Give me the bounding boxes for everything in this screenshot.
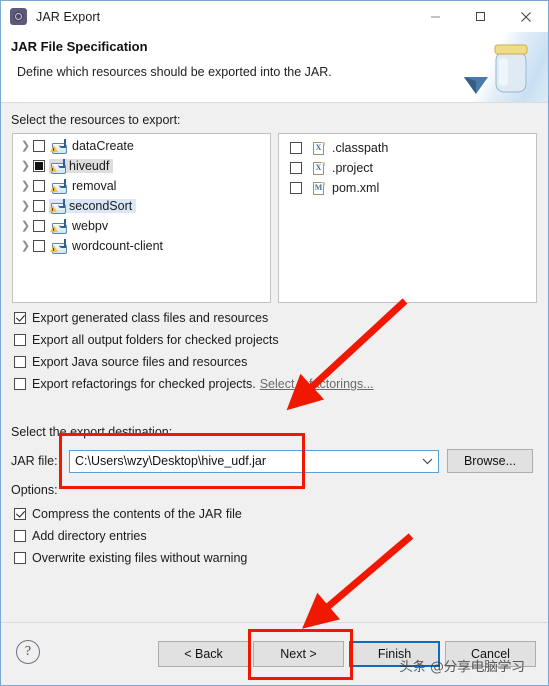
option-export-all-output-folders[interactable]: Export all output folders for checked pr… — [14, 333, 279, 347]
file-icon-letter: X — [315, 162, 322, 172]
page-title: JAR File Specification — [11, 39, 148, 54]
java-project-icon — [50, 218, 67, 234]
option-checkbox[interactable] — [14, 508, 26, 520]
close-button[interactable] — [503, 1, 548, 32]
option-checkbox[interactable] — [14, 334, 26, 346]
file-icon-letter: X — [315, 142, 322, 152]
wizard-header: JAR File Specification Define which reso… — [1, 32, 548, 103]
option-label: Add directory entries — [32, 529, 147, 543]
dialog-button-bar: ? < Back Next > Finish Cancel — [1, 622, 548, 685]
java-project-icon — [50, 238, 67, 254]
option-label: Overwrite existing files without warning — [32, 551, 248, 565]
jar-export-gear-icon — [10, 8, 27, 25]
xml-file-icon: X — [312, 141, 326, 156]
chevron-right-icon[interactable]: ❯ — [18, 200, 33, 212]
tree-row[interactable]: ❯ webpv — [13, 216, 270, 236]
tree-checkbox[interactable] — [33, 140, 45, 152]
tree-row[interactable]: ❯ wordcount-client — [13, 236, 270, 256]
option-checkbox[interactable] — [14, 378, 26, 390]
select-refactorings-link[interactable]: Select refactorings... — [260, 377, 374, 391]
file-list[interactable]: X .classpath X .project M pom.xml — [278, 133, 537, 303]
resources-label: Select the resources to export: — [11, 113, 181, 127]
option-overwrite-existing-files[interactable]: Overwrite existing files without warning — [14, 551, 247, 565]
page-description: Define which resources should be exporte… — [17, 65, 332, 79]
jar-with-arrow-banner-icon — [456, 32, 548, 102]
option-checkbox[interactable] — [14, 356, 26, 368]
option-export-refactorings[interactable]: Export refactorings for checked projects… — [14, 377, 374, 391]
file-icon-letter: M — [314, 182, 323, 192]
chevron-right-icon[interactable]: ❯ — [18, 220, 33, 232]
back-button[interactable]: < Back — [158, 641, 249, 667]
tree-row[interactable]: ❯ dataCreate — [13, 136, 270, 156]
option-label: Export Java source files and resources — [32, 355, 248, 369]
minimize-button[interactable] — [413, 1, 458, 32]
file-row[interactable]: X .project — [285, 158, 536, 178]
java-project-icon — [50, 138, 67, 154]
file-label: .classpath — [332, 141, 389, 155]
window-controls — [413, 1, 548, 32]
tree-checkbox[interactable] — [33, 160, 45, 172]
jar-file-label: JAR file: — [11, 454, 58, 468]
help-question-icon[interactable]: ? — [16, 640, 40, 664]
java-project-icon — [50, 178, 67, 194]
jar-file-input[interactable]: C:\Users\wzy\Desktop\hive_udf.jar — [70, 454, 416, 468]
tree-checkbox[interactable] — [33, 200, 45, 212]
project-tree-list[interactable]: ❯ dataCreate ❯ hiveudf ❯ removal ❯ secon… — [12, 133, 271, 303]
file-row[interactable]: X .classpath — [285, 138, 536, 158]
tree-item-label: hiveudf — [65, 159, 114, 173]
file-label: pom.xml — [332, 181, 380, 195]
window-title: JAR Export — [36, 9, 101, 24]
option-compress-contents[interactable]: Compress the contents of the JAR file — [14, 507, 242, 521]
chevron-right-icon[interactable]: ❯ — [18, 180, 33, 192]
tree-row[interactable]: ❯ secondSort — [13, 196, 270, 216]
dialog-body: Select the resources to export: ❯ dataCr… — [1, 103, 548, 655]
chevron-right-icon[interactable]: ❯ — [18, 140, 33, 152]
title-bar: JAR Export — [1, 1, 548, 32]
option-checkbox[interactable] — [14, 312, 26, 324]
file-checkbox[interactable] — [290, 162, 302, 174]
tree-item-label: wordcount-client — [72, 239, 164, 253]
option-export-java-source-files[interactable]: Export Java source files and resources — [14, 355, 247, 369]
option-checkbox[interactable] — [14, 530, 26, 542]
tree-row[interactable]: ❯ hiveudf — [13, 156, 270, 176]
tree-checkbox[interactable] — [33, 220, 45, 232]
maven-file-icon: M — [312, 181, 326, 196]
maximize-button[interactable] — [458, 1, 503, 32]
next-button[interactable]: Next > — [253, 641, 344, 667]
chevron-right-icon[interactable]: ❯ — [18, 160, 33, 172]
file-row[interactable]: M pom.xml — [285, 178, 536, 198]
xml-file-icon: X — [312, 161, 326, 176]
tree-item-label: webpv — [72, 219, 109, 233]
option-checkbox[interactable] — [14, 552, 26, 564]
file-checkbox[interactable] — [290, 142, 302, 154]
java-project-icon — [49, 198, 66, 214]
tree-item-label: secondSort — [65, 199, 137, 213]
tree-item-label: removal — [72, 179, 117, 193]
file-checkbox[interactable] — [290, 182, 302, 194]
browse-button[interactable]: Browse... — [447, 449, 533, 473]
option-export-generated-class-files[interactable]: Export generated class files and resourc… — [14, 311, 268, 325]
chevron-right-icon[interactable]: ❯ — [18, 240, 33, 252]
tree-checkbox[interactable] — [33, 180, 45, 192]
option-label: Export refactorings for checked projects… — [32, 377, 256, 391]
destination-label: Select the export destination: — [11, 425, 173, 439]
tree-checkbox[interactable] — [33, 240, 45, 252]
watermark-text: 头条 @分享电脑学习 — [399, 659, 525, 675]
java-project-icon — [49, 158, 66, 174]
options-label: Options: — [11, 483, 58, 497]
option-label: Compress the contents of the JAR file — [32, 507, 242, 521]
tree-row[interactable]: ❯ removal — [13, 176, 270, 196]
chevron-down-icon[interactable] — [416, 451, 438, 472]
option-add-directory-entries[interactable]: Add directory entries — [14, 529, 147, 543]
jar-file-combobox[interactable]: C:\Users\wzy\Desktop\hive_udf.jar — [69, 449, 439, 473]
option-label: Export all output folders for checked pr… — [32, 333, 279, 347]
jar-file-row: JAR file: C:\Users\wzy\Desktop\hive_udf.… — [11, 449, 533, 473]
option-label: Export generated class files and resourc… — [32, 311, 269, 325]
file-label: .project — [332, 161, 373, 175]
tree-item-label: dataCreate — [72, 139, 134, 153]
jar-export-dialog: JAR Export JAR File Specification Define… — [0, 0, 549, 686]
